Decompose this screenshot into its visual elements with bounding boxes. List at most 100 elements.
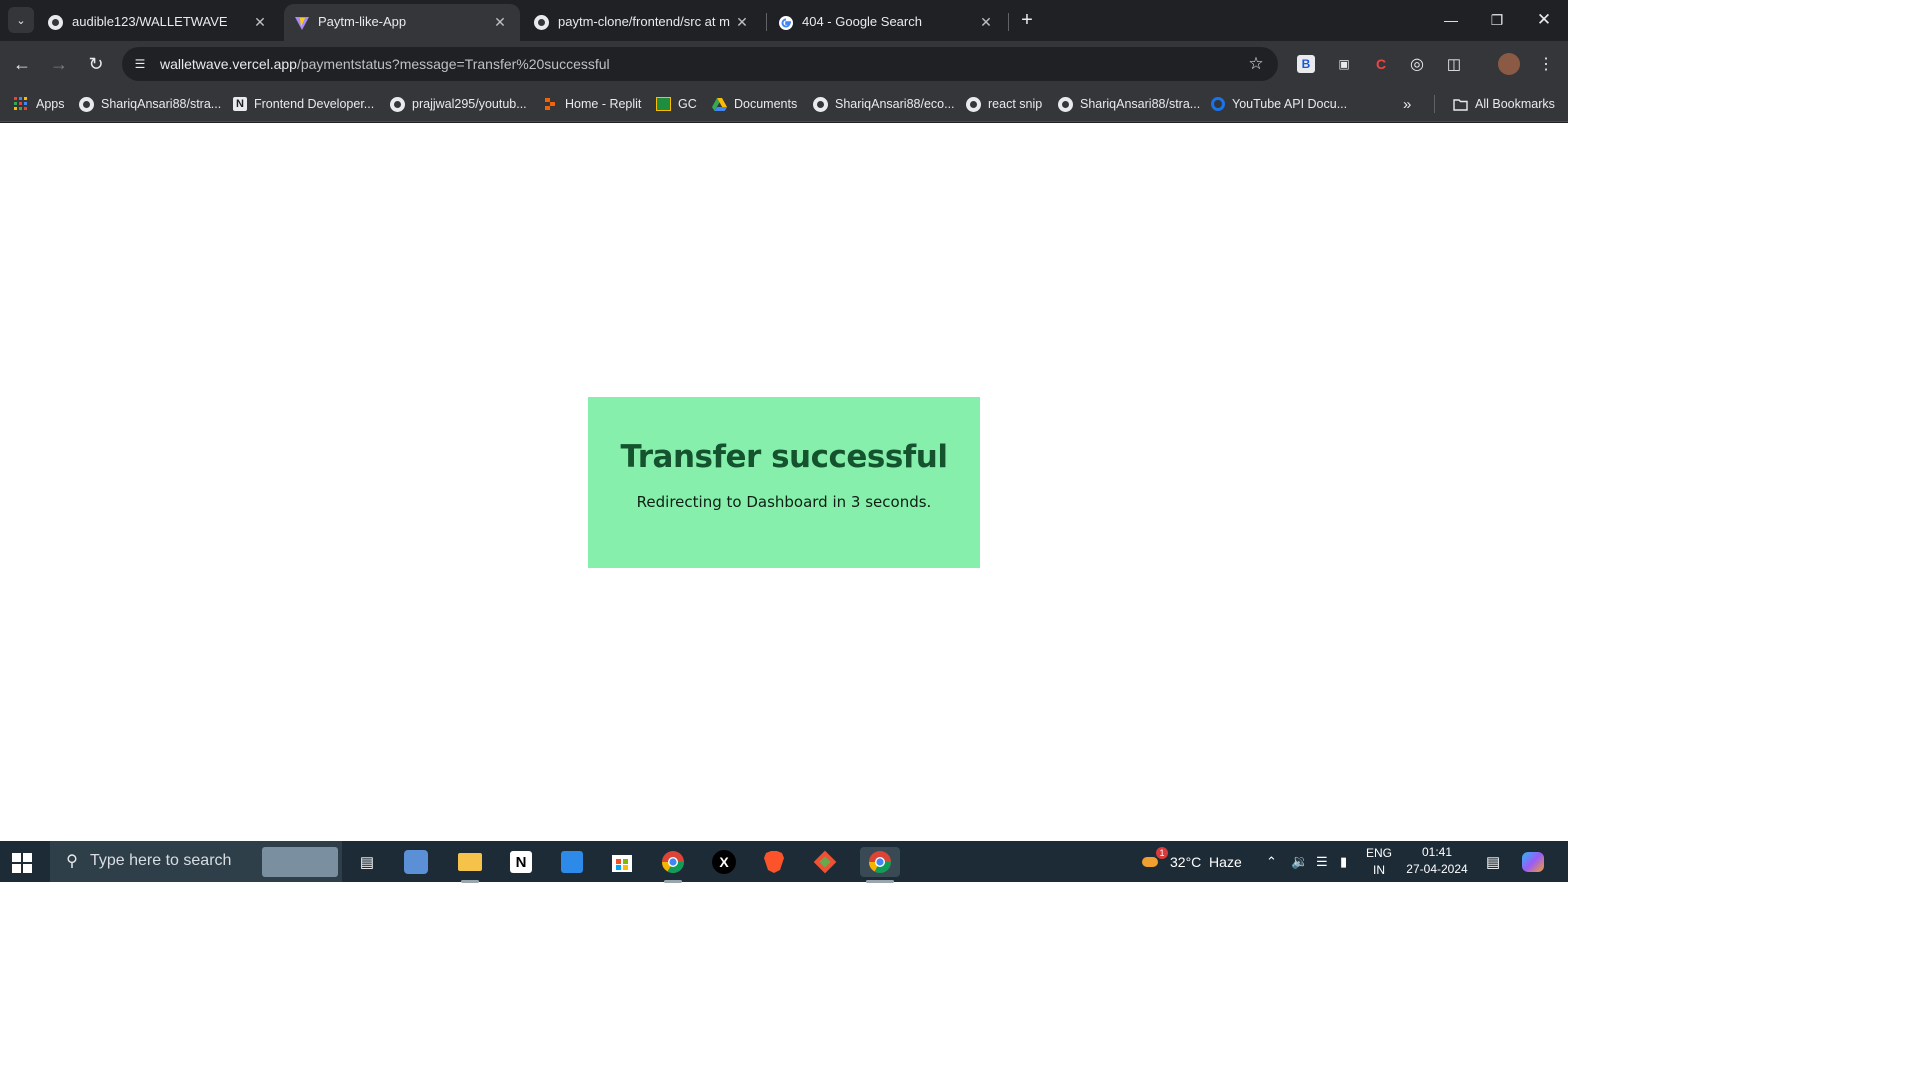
extension-window-icon[interactable]: ▣ <box>1334 54 1354 74</box>
language-code: ENG <box>1366 845 1393 860</box>
wifi-icon[interactable]: ☰ <box>1316 841 1328 882</box>
weather-widget[interactable]: 1 32°C Haze <box>1140 841 1242 882</box>
show-hidden-icons-chevron-icon[interactable]: ⌃ <box>1266 841 1277 882</box>
bookmark-label: ShariqAnsari88/stra... <box>101 97 222 111</box>
restore-button[interactable]: ❐ <box>1474 0 1520 40</box>
github-icon <box>534 15 550 31</box>
bookmark-label: prajjwal295/youtub... <box>412 97 527 111</box>
search-icon: ⚲ <box>66 853 78 870</box>
bookmarks-divider <box>1434 95 1435 113</box>
tab-title: Paytm-like-App <box>318 14 407 29</box>
bookmark-item[interactable]: Home - Replit <box>542 95 641 113</box>
bookmark-item[interactable]: GC <box>656 95 697 113</box>
tab-search-button[interactable]: ⌄ <box>8 7 34 33</box>
github-icon <box>389 96 405 112</box>
notion-icon: N <box>233 97 247 111</box>
extensions-puzzle-icon[interactable]: ◫ <box>1444 54 1464 74</box>
system-clock[interactable]: 01:41 27-04-2024 <box>1400 844 1474 878</box>
more-bookmarks-chevron-icon[interactable]: » <box>1403 95 1411 113</box>
extension-target-icon[interactable]: ◎ <box>1407 54 1427 74</box>
page-viewport: Transfer successful Redirecting to Dashb… <box>0 123 1568 841</box>
search-highlight-illustration <box>262 847 338 877</box>
apps-grid-icon <box>13 96 29 112</box>
bookmark-label: Frontend Developer... <box>254 97 375 111</box>
task-view-icon[interactable]: ▤ <box>352 847 382 877</box>
bookmark-item[interactable]: ShariqAnsari88/eco... <box>812 95 955 113</box>
tab-walletwave-repo[interactable]: audible123/WALLETWAVE ✕ <box>38 4 280 41</box>
address-bar[interactable]: ☰ walletwave.vercel.app/paymentstatus?me… <box>122 47 1278 81</box>
copilot-icon[interactable] <box>1522 841 1544 882</box>
clock-time: 01:41 <box>1421 845 1453 859</box>
tab-paytm-like-app[interactable]: Paytm-like-App ✕ <box>284 4 520 41</box>
tab-google-search[interactable]: 404 - Google Search ✕ <box>768 4 1006 41</box>
paint-app-icon[interactable] <box>404 850 428 874</box>
google-icon <box>778 15 794 31</box>
redirect-message: Redirecting to Dashboard in 3 seconds. <box>636 493 932 511</box>
bookmark-label: ShariqAnsari88/eco... <box>835 97 955 111</box>
close-tab-icon[interactable]: ✕ <box>976 12 996 32</box>
browser-toolbar: ← → ↻ ☰ walletwave.vercel.app/paymentsta… <box>0 41 1568 87</box>
bookmark-label: react snip <box>988 97 1043 111</box>
windows-taskbar: ⚲ Type here to search ▤ N X 1 32°C Haze … <box>0 841 1568 883</box>
bookmark-item[interactable]: YouTube API Docu... <box>1211 95 1347 113</box>
close-tab-icon[interactable]: ✕ <box>732 12 752 32</box>
bookmark-item[interactable]: react snip <box>965 95 1042 113</box>
weather-haze-icon: 1 <box>1140 846 1168 871</box>
all-bookmarks-button[interactable]: All Bookmarks <box>1452 95 1555 113</box>
microsoft-store-icon[interactable] <box>607 847 637 877</box>
profile-avatar[interactable] <box>1498 53 1520 75</box>
battery-icon[interactable]: ▮ <box>1340 841 1347 882</box>
all-bookmarks-label: All Bookmarks <box>1475 97 1555 111</box>
start-button[interactable] <box>12 853 32 873</box>
weather-text: 32°C Haze <box>1170 853 1242 870</box>
youtube-api-icon <box>1211 97 1225 111</box>
bookmark-star-icon[interactable]: ☆ <box>1246 54 1266 74</box>
bookmark-item[interactable]: Documents <box>711 95 797 113</box>
drive-icon <box>711 96 727 112</box>
brave-browser-icon[interactable] <box>759 847 789 877</box>
file-explorer-icon[interactable] <box>455 847 485 883</box>
git-app-icon[interactable] <box>810 847 840 877</box>
chrome-active-icon[interactable] <box>860 847 900 883</box>
bookmark-item[interactable]: prajjwal295/youtub... <box>389 95 527 113</box>
input-language-indicator[interactable]: ENG IN <box>1366 841 1392 882</box>
chrome-profile-icon[interactable] <box>658 847 688 883</box>
status-title: Transfer successful <box>620 439 948 475</box>
tab-paytm-clone-src[interactable]: paytm-clone/frontend/src at ma ✕ <box>524 4 762 41</box>
close-tab-icon[interactable]: ✕ <box>250 12 270 32</box>
github-icon <box>48 15 64 31</box>
bookmark-label: Apps <box>36 97 65 111</box>
bookmarks-bar: Apps ShariqAnsari88/stra... N Frontend D… <box>0 87 1568 122</box>
bookmark-item[interactable]: N Frontend Developer... <box>233 95 374 113</box>
extension-b-icon[interactable]: B <box>1297 55 1315 73</box>
bookmark-label: Home - Replit <box>565 97 642 111</box>
bookmark-item[interactable]: ShariqAnsari88/stra... <box>78 95 221 113</box>
notifications-icon[interactable]: ▤ <box>1486 841 1500 882</box>
chrome-menu-icon[interactable]: ⋮ <box>1536 54 1556 74</box>
github-icon <box>1057 96 1073 112</box>
tab-title: paytm-clone/frontend/src at ma <box>558 14 730 29</box>
close-tab-icon[interactable]: ✕ <box>490 12 510 32</box>
bookmark-label: YouTube API Docu... <box>1232 97 1348 111</box>
extension-c-icon[interactable]: C <box>1371 54 1391 74</box>
site-info-icon[interactable]: ☰ <box>130 54 150 74</box>
github-icon <box>78 96 94 112</box>
forward-button[interactable]: → <box>48 53 70 75</box>
bookmark-item[interactable]: ShariqAnsari88/stra... <box>1057 95 1200 113</box>
x-app-icon[interactable]: X <box>709 847 739 877</box>
photos-app-icon[interactable] <box>557 847 587 877</box>
volume-icon[interactable]: 🔉 <box>1291 841 1308 882</box>
taskbar-search-box[interactable]: ⚲ Type here to search <box>50 841 342 882</box>
close-window-button[interactable]: ✕ <box>1521 0 1567 40</box>
bookmark-label: Documents <box>734 97 798 111</box>
github-icon <box>812 96 828 112</box>
classroom-icon <box>656 97 671 111</box>
back-button[interactable]: ← <box>11 53 33 75</box>
reload-button[interactable]: ↻ <box>85 53 107 75</box>
tab-title: audible123/WALLETWAVE <box>72 14 228 29</box>
minimize-button[interactable]: — <box>1428 0 1474 40</box>
notion-app-icon[interactable]: N <box>506 847 536 877</box>
weather-badge: 1 <box>1156 846 1168 859</box>
bookmark-apps[interactable]: Apps <box>13 95 65 113</box>
new-tab-button[interactable]: + <box>1016 9 1038 31</box>
